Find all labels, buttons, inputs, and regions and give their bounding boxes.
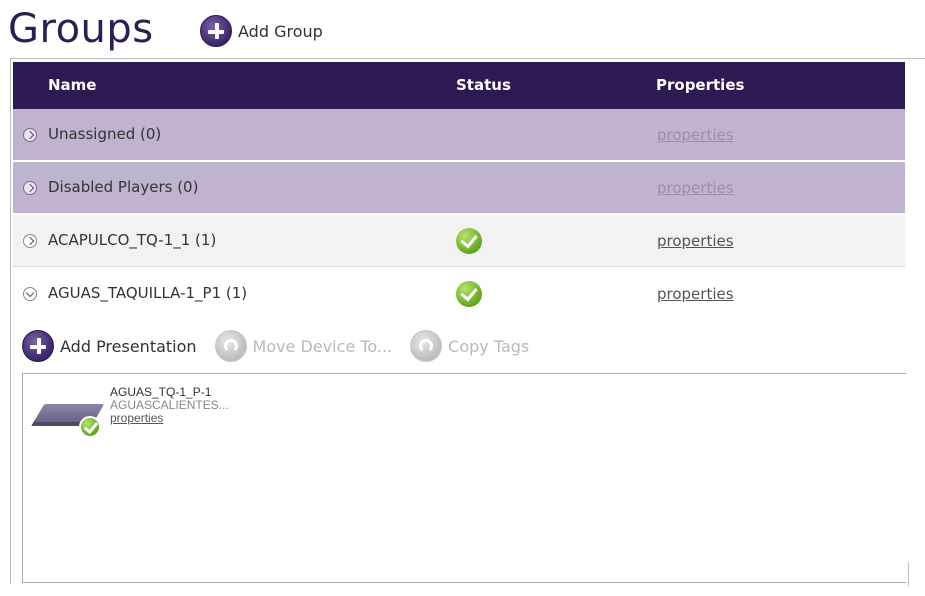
plus-icon — [22, 330, 54, 362]
copy-icon — [410, 330, 443, 362]
group-row-aguas-taquilla[interactable]: AGUAS_TAQUILLA-1_P1 (1) properties — [13, 268, 905, 320]
properties-link[interactable]: properties — [657, 126, 734, 144]
copy-tags-label: Copy Tags — [448, 336, 530, 356]
expand-icon[interactable] — [23, 234, 37, 248]
add-group-label: Add Group — [238, 21, 323, 41]
device-properties-link[interactable]: properties — [110, 412, 229, 425]
scroll-edge — [908, 562, 909, 586]
collapse-icon[interactable] — [23, 287, 37, 301]
column-header-status[interactable]: Status — [456, 76, 511, 94]
properties-link[interactable]: properties — [657, 179, 734, 197]
group-row-disabled-players[interactable]: Disabled Players (0) properties — [13, 162, 905, 214]
move-icon — [214, 330, 247, 362]
add-group-button[interactable]: Add Group — [200, 14, 323, 48]
device-item[interactable]: AGUAS_TQ-1_P-1 AGUASCALIENTES... propert… — [31, 386, 257, 446]
properties-link[interactable]: properties — [657, 232, 734, 250]
group-row-unassigned[interactable]: Unassigned (0) properties — [13, 109, 905, 161]
group-name: Disabled Players (0) — [48, 178, 199, 196]
plus-icon — [200, 15, 232, 47]
group-name: Unassigned (0) — [48, 125, 162, 143]
move-device-label: Move Device To... — [252, 336, 393, 356]
copy-tags-button[interactable]: Copy Tags — [410, 330, 529, 362]
page-title: Groups — [8, 6, 154, 52]
group-name: AGUAS_TAQUILLA-1_P1 (1) — [48, 284, 248, 302]
add-presentation-button[interactable]: Add Presentation — [22, 330, 197, 362]
expand-icon[interactable] — [23, 128, 37, 142]
device-panel: AGUAS_TQ-1_P-1 AGUASCALIENTES... propert… — [22, 373, 906, 583]
add-presentation-label: Add Presentation — [60, 336, 197, 356]
group-toolbar: Add Presentation Move Device To... Copy … — [22, 329, 547, 363]
status-ok-icon — [456, 228, 482, 254]
status-ok-icon — [79, 416, 101, 438]
move-device-button[interactable]: Move Device To... — [214, 330, 393, 362]
expand-icon[interactable] — [23, 181, 37, 195]
column-header-properties[interactable]: Properties — [656, 76, 744, 94]
table-header: Name Status Properties — [13, 62, 905, 109]
column-header-name[interactable]: Name — [48, 76, 96, 94]
media-player-icon — [31, 396, 107, 440]
properties-link[interactable]: properties — [657, 285, 734, 303]
group-row-acapulco[interactable]: ACAPULCO_TQ-1_1 (1) properties — [13, 215, 905, 267]
status-ok-icon — [456, 281, 482, 307]
group-name: ACAPULCO_TQ-1_1 (1) — [48, 231, 217, 249]
